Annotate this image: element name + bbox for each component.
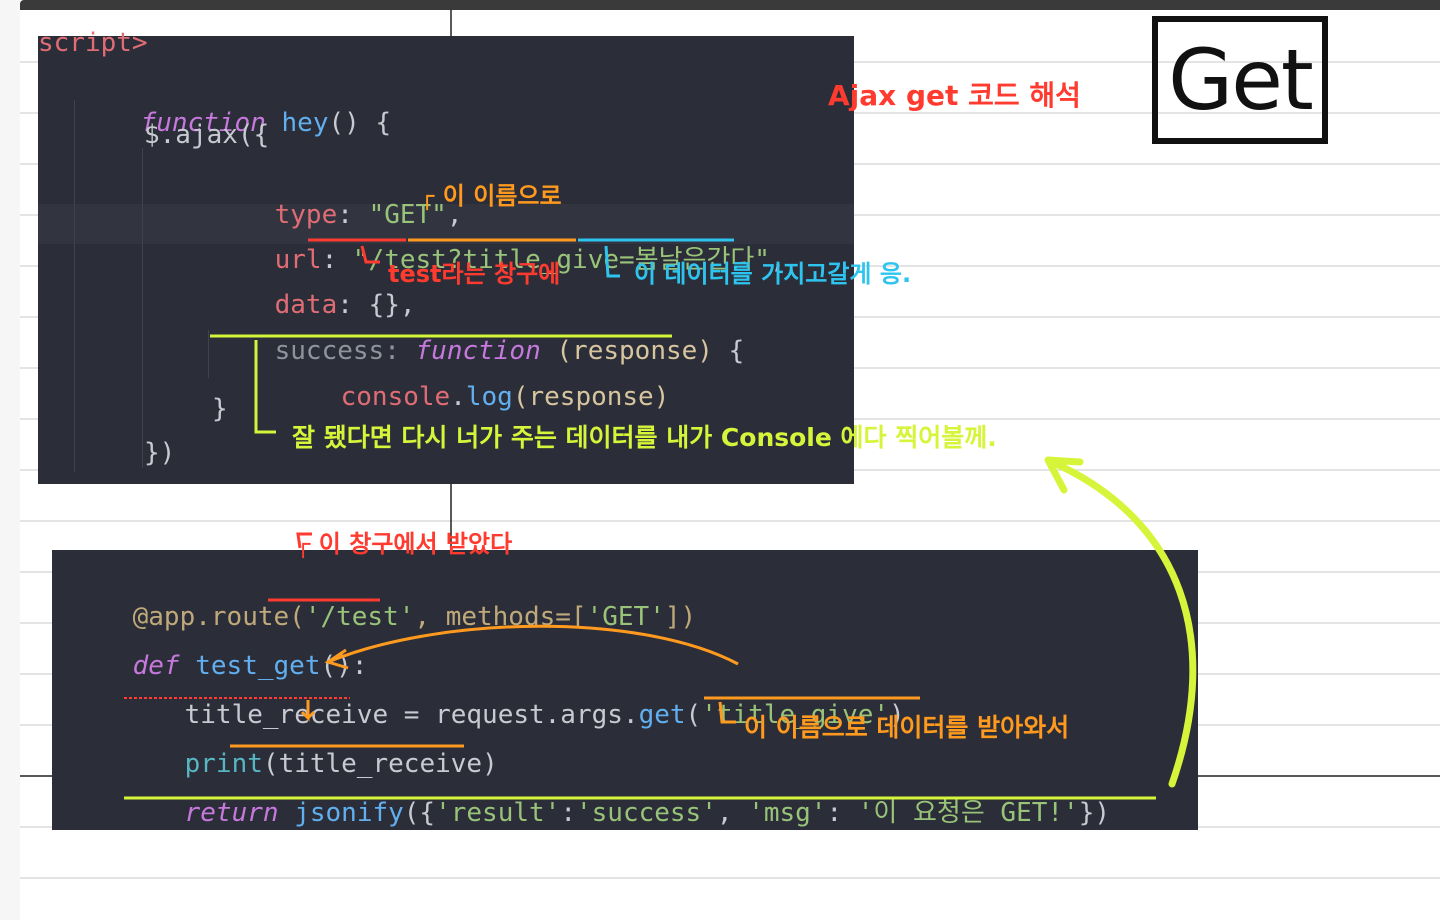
ajax-get-title-note: Ajax get 코드 해석 <box>828 79 1081 112</box>
data-annotation: 이 데이터를 가지고갈게 응. <box>634 260 912 288</box>
name-data-annotation: 이 이름으로 데이터를 받아와서 <box>744 713 1070 742</box>
get-title-badge: Get <box>1152 16 1328 144</box>
python-code-panel: @app.route('/test', methods=['GET']) def… <box>52 550 1198 830</box>
window-top-bar <box>20 0 1440 10</box>
code-line-close-brace: } <box>212 394 228 424</box>
received-annotation: ┌ 이 창구에서 받았다 <box>296 530 513 558</box>
name-annotation: ┌ 이 이름으로 <box>420 182 562 210</box>
window-annotation: test라는 창구에 <box>388 260 561 288</box>
code-line-ajax: $.ajax({ <box>144 120 270 150</box>
script-tag-fragment: script> <box>38 28 148 58</box>
code-line-return: return jsonify({'result':'success', 'msg… <box>184 798 1111 828</box>
code-line-close-ajax: }) <box>144 438 176 468</box>
success-annotation: 잘 됐다면 다시 너가 주는 데이터를 내가 Console 에다 찍어볼께. <box>292 423 997 452</box>
